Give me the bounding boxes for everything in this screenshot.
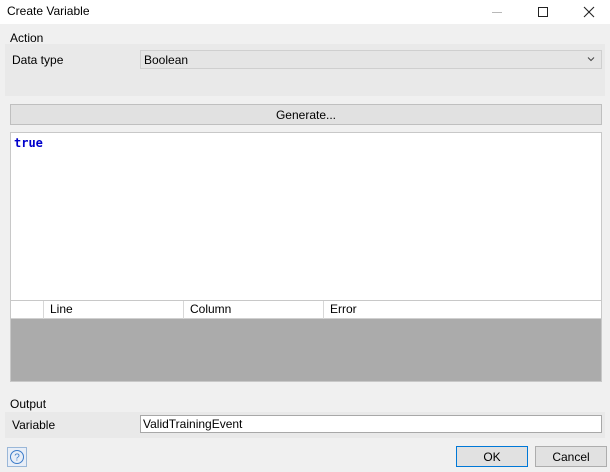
column-header-column[interactable]: Column	[184, 301, 324, 319]
expression-editor[interactable]: true	[10, 132, 602, 300]
maximize-icon	[538, 7, 548, 17]
variable-name-input[interactable]	[140, 415, 602, 433]
help-icon: ?	[10, 450, 24, 464]
cancel-button[interactable]: Cancel	[535, 446, 607, 467]
output-group-label: Output	[10, 397, 47, 411]
window-title: Create Variable	[7, 4, 90, 18]
column-header-marker[interactable]	[11, 301, 44, 319]
close-icon	[583, 6, 595, 18]
title-bar: Create Variable	[0, 0, 610, 24]
data-type-select[interactable]: Boolean	[140, 50, 602, 69]
data-type-label: Data type	[12, 53, 64, 67]
column-header-line[interactable]: Line	[44, 301, 184, 319]
chevron-down-icon	[587, 57, 595, 62]
column-header-error[interactable]: Error	[324, 301, 601, 319]
error-table-header: Line Column Error	[11, 301, 601, 319]
action-group-label: Action	[10, 31, 44, 45]
create-variable-dialog: Create Variable Action Data type Boolean…	[0, 0, 610, 472]
expression-code: true	[14, 136, 43, 150]
minimize-icon	[492, 11, 502, 13]
variable-label: Variable	[12, 418, 56, 432]
minimize-button[interactable]	[474, 0, 520, 24]
svg-text:?: ?	[14, 453, 20, 464]
maximize-button[interactable]	[520, 0, 566, 24]
data-type-value: Boolean	[144, 52, 189, 67]
ok-button[interactable]: OK	[456, 446, 528, 467]
error-table: Line Column Error	[10, 300, 602, 382]
help-button[interactable]: ?	[7, 447, 27, 467]
close-button[interactable]	[566, 0, 610, 24]
generate-button[interactable]: Generate...	[10, 104, 602, 125]
